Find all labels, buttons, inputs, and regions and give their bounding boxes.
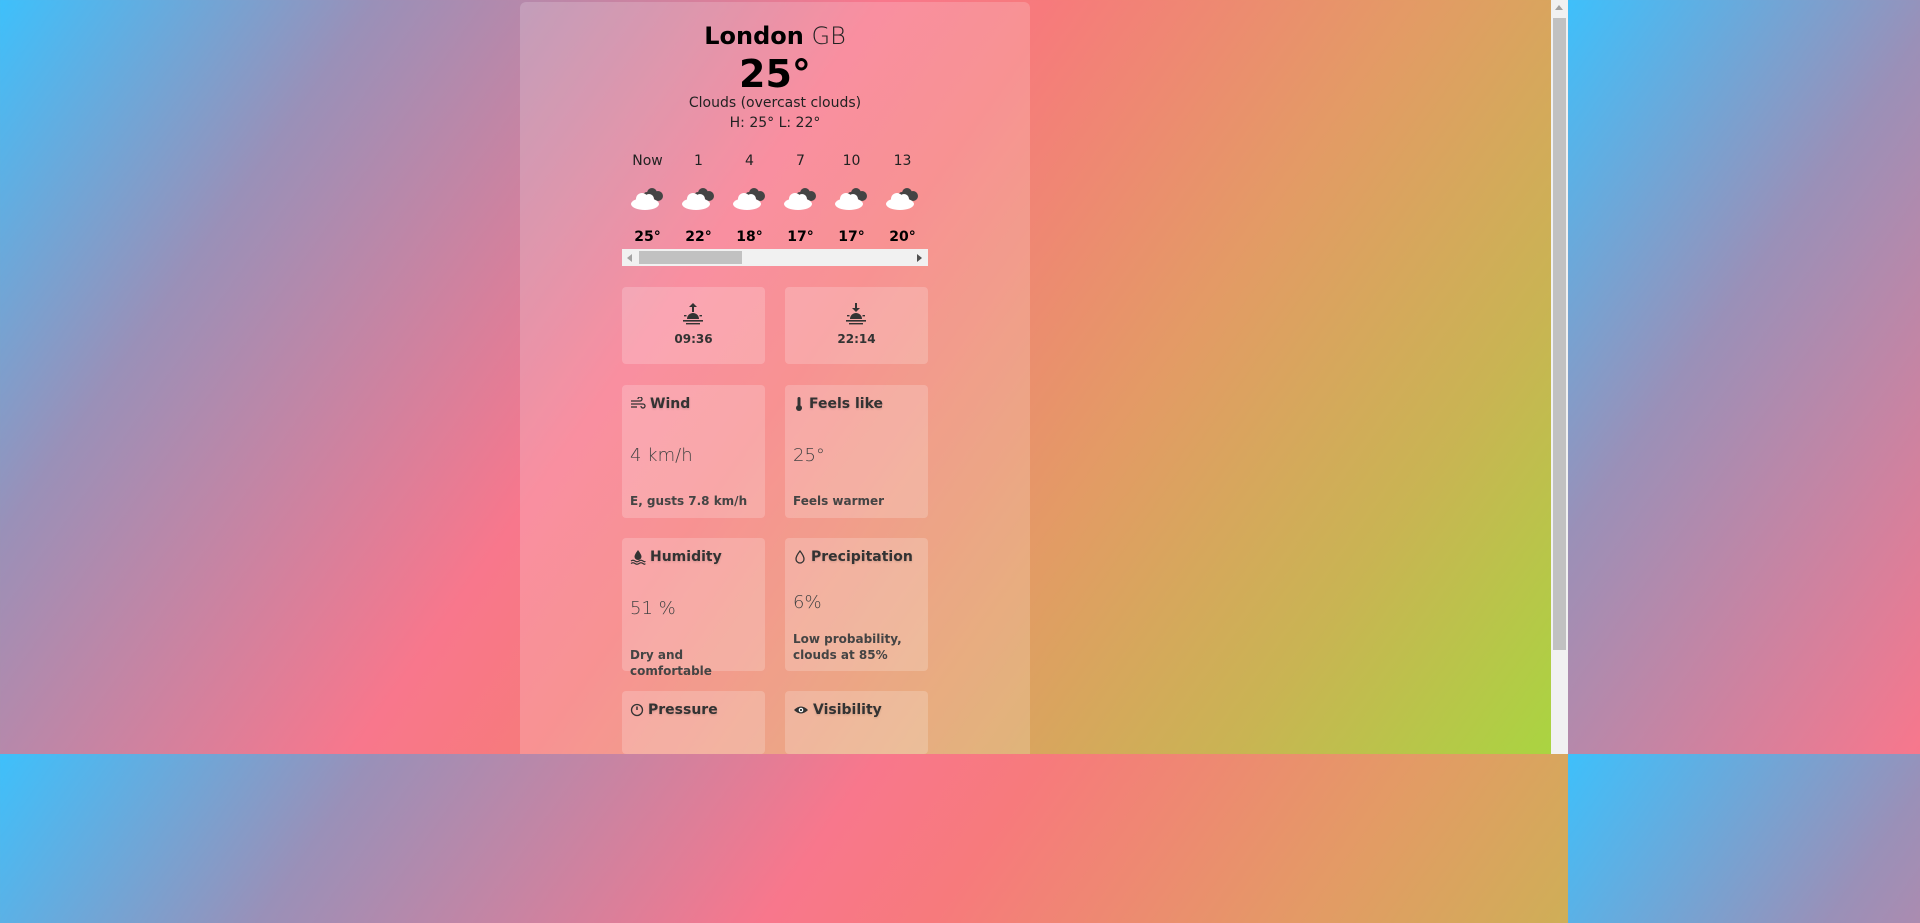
feels-like-tile: Feels like 25° Feels warmer — [785, 385, 928, 518]
overcast-clouds-icon — [732, 188, 765, 210]
wind-heading: Wind — [630, 395, 690, 413]
humidity-icon — [630, 550, 646, 565]
hour-temp: 18° — [736, 229, 763, 245]
wind-title: Wind — [650, 396, 691, 412]
hourly-item: Now 25° — [622, 152, 673, 246]
hour-temp: 17° — [838, 229, 865, 245]
precipitation-tile: Precipitation 6% Low probability, clouds… — [785, 538, 928, 671]
hour-label: 1 — [694, 153, 703, 169]
overcast-clouds-icon — [630, 188, 663, 210]
feels-like-title: Feels like — [809, 396, 884, 412]
sunrise-time: 09:36 — [674, 332, 713, 346]
feels-like-note: Feels warmer — [793, 494, 885, 508]
precipitation-heading: Precipitation — [793, 548, 913, 566]
humidity-note: Dry and comfortable — [630, 648, 712, 678]
humidity-tile: Humidity 51 % Dry and comfortable — [622, 538, 765, 678]
overcast-clouds-icon — [885, 188, 918, 210]
wind-value: 4 km/h — [630, 445, 693, 466]
visibility-heading: Visibility — [793, 701, 882, 719]
location-heading: London GB — [520, 22, 1030, 50]
hour-temp: 22° — [685, 229, 712, 245]
humidity-heading: Humidity — [630, 548, 722, 566]
city-name: London — [704, 22, 804, 50]
wind-note: E, gusts 7.8 km/h — [630, 494, 748, 508]
current-temperature: 25° — [739, 52, 811, 96]
sunset-time: 22:14 — [837, 332, 876, 346]
humidity-title: Humidity — [650, 549, 722, 565]
eye-icon — [794, 706, 808, 714]
humidity-value: 51 % — [630, 598, 676, 619]
page-scrollbar[interactable] — [1551, 0, 1568, 754]
scroll-right-arrow-icon[interactable] — [917, 254, 922, 262]
pressure-heading: Pressure — [630, 701, 718, 719]
hour-temp: 25° — [634, 229, 661, 245]
scroll-up-arrow-icon[interactable] — [1555, 5, 1563, 10]
page-scrollbar-thumb[interactable] — [1553, 18, 1566, 650]
feels-like-heading: Feels like — [793, 395, 883, 413]
hour-label: 4 — [745, 153, 754, 169]
hour-label: 13 — [893, 153, 912, 169]
raindrop-icon — [795, 549, 805, 564]
wind-tile: Wind 4 km/h E, gusts 7.8 km/h — [622, 385, 765, 518]
visibility-title: Visibility — [813, 702, 882, 718]
hour-label: Now — [632, 153, 663, 169]
hourly-item: 7 17° — [775, 152, 826, 246]
overcast-clouds-icon — [783, 188, 816, 210]
weather-card: London GB 25° Clouds (overcast clouds) H… — [520, 2, 1030, 754]
hour-temp: 20° — [889, 229, 916, 245]
visibility-tile: Visibility — [785, 691, 928, 754]
gauge-icon — [630, 703, 644, 717]
precipitation-title: Precipitation — [811, 549, 913, 565]
precipitation-note: Low probability, clouds at 85% — [793, 632, 902, 662]
hourly-item: 4 18° — [724, 152, 775, 246]
feels-like-value: 25° — [793, 445, 825, 466]
hourly-item: 13 20° — [877, 152, 928, 246]
country-code: GB — [811, 22, 846, 50]
sunset-icon — [846, 303, 866, 325]
high-low-temperature: H: 25° L: 22° — [729, 115, 821, 131]
pressure-title: Pressure — [648, 702, 718, 718]
precipitation-value: 6% — [793, 592, 822, 613]
weather-description: Clouds (overcast clouds) — [688, 95, 862, 111]
forecast-scrollbar[interactable] — [622, 249, 928, 266]
hourly-item: 10 17° — [826, 152, 877, 246]
thermometer-icon — [796, 397, 802, 411]
overcast-clouds-icon — [834, 188, 867, 210]
overcast-clouds-icon — [681, 188, 714, 210]
sunset-tile: 22:14 — [785, 287, 928, 364]
hour-label: 10 — [842, 153, 861, 169]
hour-label: 7 — [796, 153, 805, 169]
pressure-tile: Pressure — [622, 691, 765, 754]
hour-temp: 17° — [787, 229, 814, 245]
sunrise-tile: 09:36 — [622, 287, 765, 364]
wind-icon — [631, 397, 646, 409]
forecast-scrollbar-thumb[interactable] — [639, 251, 742, 264]
sunrise-icon — [683, 303, 703, 325]
hourly-item: 1 22° — [673, 152, 724, 246]
scroll-left-arrow-icon[interactable] — [627, 254, 632, 262]
